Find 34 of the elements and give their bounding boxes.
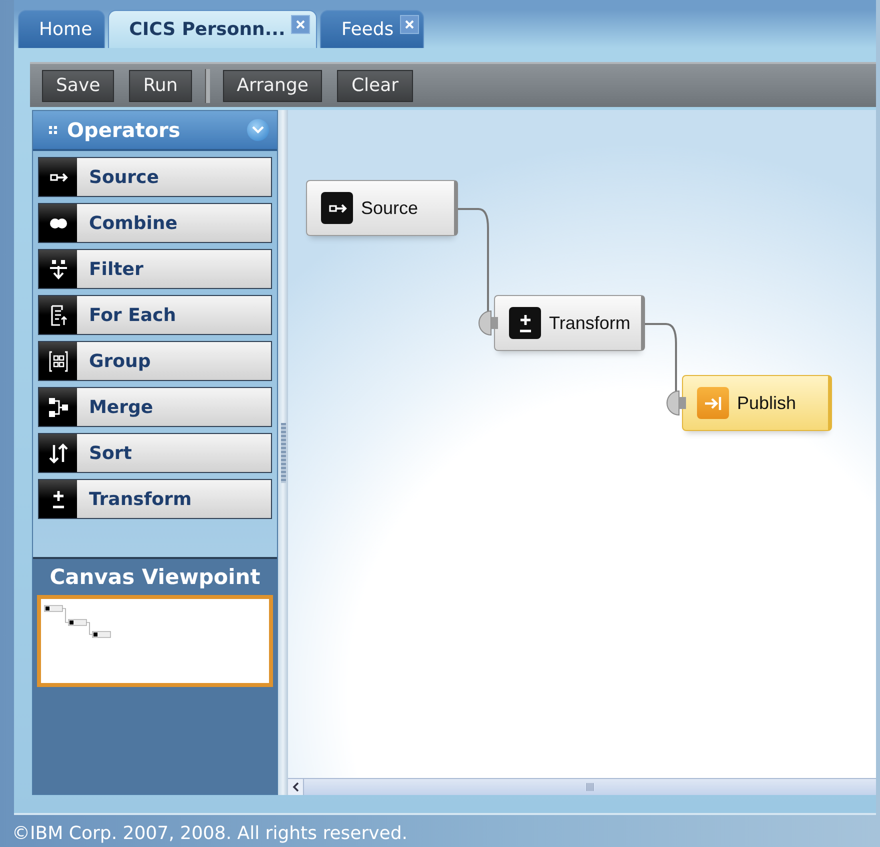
operator-item[interactable]: Merge <box>38 387 272 427</box>
collapse-icon[interactable] <box>247 119 269 141</box>
input-port-icon <box>477 309 499 337</box>
operator-item[interactable]: Source <box>38 157 272 197</box>
tab[interactable]: CICS Personn... <box>108 10 318 48</box>
grip-icon <box>49 126 57 134</box>
tab[interactable]: Feeds <box>320 10 424 48</box>
close-icon[interactable] <box>291 15 310 34</box>
horizontal-scrollbar[interactable] <box>288 778 876 795</box>
toolbar-button[interactable]: Save <box>42 70 114 102</box>
grip-icon <box>586 781 594 793</box>
toolbar-button[interactable]: Run <box>129 70 192 102</box>
canvas-minimap[interactable] <box>37 595 273 687</box>
input-port-icon <box>665 389 687 417</box>
panel-title: Operators <box>67 118 182 142</box>
toolbar-button[interactable]: Arrange <box>222 70 322 102</box>
viewpoint-title: Canvas Viewpoint <box>50 565 260 589</box>
operator-item[interactable]: Combine <box>38 203 272 243</box>
connector-line <box>645 323 680 391</box>
toolbar-button[interactable]: Clear <box>337 70 413 102</box>
operator-item[interactable]: Transform <box>38 479 272 519</box>
tab[interactable]: Home <box>18 10 106 48</box>
flow-node[interactable]: Source <box>306 180 458 236</box>
operator-item[interactable]: Group <box>38 341 272 381</box>
operator-item[interactable]: For Each <box>38 295 272 335</box>
flow-node[interactable]: Transform <box>494 295 645 351</box>
minimap-drawing <box>44 605 111 638</box>
operator-item[interactable]: Filter <box>38 249 272 289</box>
operator-item[interactable]: Sort <box>38 433 272 473</box>
copyright-text: ©IBM Corp. 2007, 2008. All rights reserved. <box>12 823 408 844</box>
splitter-handle[interactable] <box>278 110 288 795</box>
close-icon[interactable] <box>400 15 419 34</box>
scroll-left-icon <box>292 782 300 792</box>
flow-node[interactable]: Publish <box>682 375 832 431</box>
